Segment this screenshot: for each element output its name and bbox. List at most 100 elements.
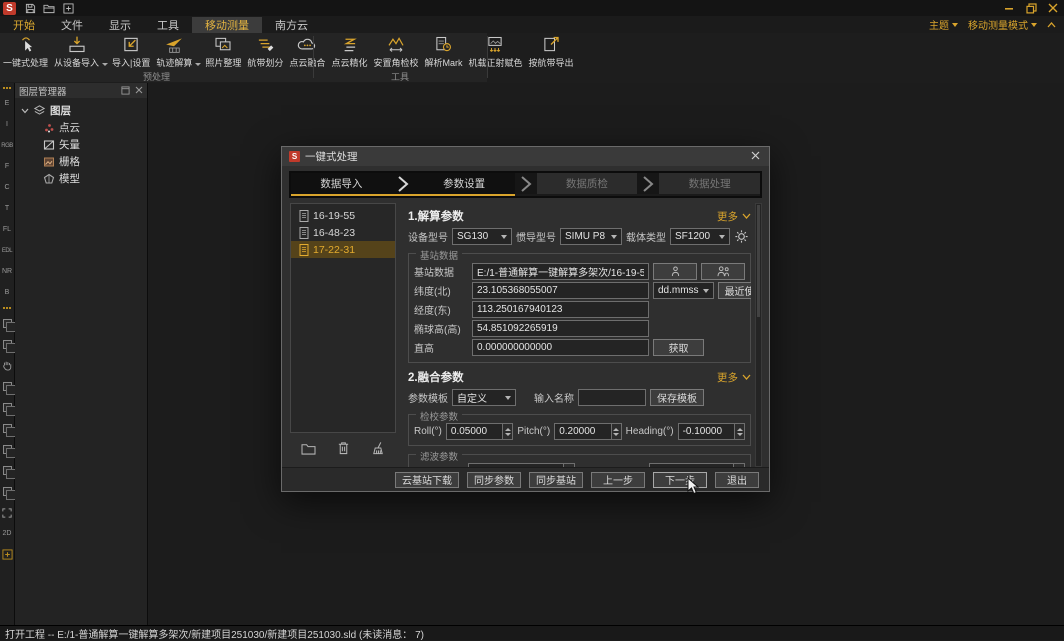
- time-render-icon[interactable]: T: [0, 198, 15, 219]
- pan-hand-icon[interactable]: [0, 355, 15, 376]
- view-top-icon[interactable]: [0, 460, 15, 481]
- ribbon-import-settings[interactable]: 导入|设置: [109, 33, 153, 70]
- menu-tools[interactable]: 工具: [144, 17, 192, 33]
- minimize-button[interactable]: [998, 1, 1020, 15]
- get-button[interactable]: 获取: [653, 339, 704, 356]
- ribbon-ortho-colorize[interactable]: 机载正射赋色: [465, 33, 525, 70]
- drag-handle-icon[interactable]: [0, 83, 15, 93]
- view-slice-icon[interactable]: [0, 334, 15, 355]
- new-project-icon[interactable]: [60, 2, 76, 15]
- dialog-close-icon[interactable]: [748, 151, 762, 163]
- ribbon-import-from-device[interactable]: 从设备导入: [51, 33, 102, 70]
- heading-stepper[interactable]: [678, 423, 745, 440]
- view-front-icon[interactable]: [0, 376, 15, 397]
- device-model-select[interactable]: SG130: [452, 228, 512, 245]
- step-data-import[interactable]: 数据导入: [291, 173, 392, 196]
- collapse-ribbon-icon[interactable]: [1047, 22, 1056, 28]
- fullscreen-icon[interactable]: [0, 502, 15, 523]
- stepper-arrows-icon[interactable]: [502, 423, 513, 440]
- step-parameter-settings[interactable]: 参数设置: [414, 173, 515, 196]
- cloud-base-download-button[interactable]: 云基站下载: [395, 472, 459, 488]
- imu-model-select[interactable]: SIMU P8: [560, 228, 622, 245]
- mode-dropdown[interactable]: 移动测量模式: [968, 17, 1037, 32]
- stepper-arrows-icon[interactable]: [611, 423, 622, 440]
- ribbon-pointcloud-fusion[interactable]: 点云融合: [286, 33, 328, 70]
- solve-more-toggle[interactable]: 更多: [717, 209, 751, 224]
- save-icon[interactable]: [22, 2, 38, 15]
- template-name-input[interactable]: [578, 389, 646, 406]
- tree-item-raster[interactable]: 栅格: [21, 153, 147, 170]
- next-step-button[interactable]: 下一步: [653, 472, 707, 488]
- blend-render-icon[interactable]: B: [0, 282, 15, 303]
- sync-params-button[interactable]: 同步参数: [467, 472, 521, 488]
- ribbon-photo-organize[interactable]: 照片整理: [202, 33, 244, 70]
- pitch-stepper[interactable]: [554, 423, 621, 440]
- theme-dropdown[interactable]: 主题: [929, 17, 958, 32]
- exit-button[interactable]: 退出: [715, 472, 759, 488]
- carrier-type-select[interactable]: SF1200: [670, 228, 730, 245]
- open-icon[interactable]: [41, 2, 57, 15]
- close-panel-icon[interactable]: [135, 86, 143, 94]
- add-folder-icon[interactable]: [301, 442, 316, 455]
- menu-mobile-survey[interactable]: 移动测量: [192, 17, 262, 33]
- ribbon-one-click-process[interactable]: 一键式处理: [0, 33, 51, 70]
- edl-render-icon[interactable]: EDL: [0, 240, 15, 261]
- nr-render-icon[interactable]: NR: [0, 261, 15, 282]
- list-item-selected[interactable]: 17-22-31: [291, 241, 395, 258]
- longitude-input[interactable]: [472, 301, 649, 318]
- step-data-process[interactable]: 数据处理: [659, 173, 760, 196]
- menu-file[interactable]: 文件: [48, 17, 96, 33]
- class-render-icon[interactable]: C: [0, 177, 15, 198]
- feature-render-icon[interactable]: F: [0, 156, 15, 177]
- menu-display[interactable]: 显示: [96, 17, 144, 33]
- direct-height-input[interactable]: [472, 339, 649, 356]
- single-base-button[interactable]: [653, 263, 697, 280]
- chevron-down-icon[interactable]: [195, 63, 201, 66]
- ribbon-trajectory-solve[interactable]: 轨迹解算: [153, 33, 195, 70]
- clear-icon[interactable]: [371, 441, 385, 455]
- ribbon-export-by-strip[interactable]: 按航带导出: [525, 33, 576, 70]
- dialog-scrollbar[interactable]: [755, 203, 762, 467]
- ribbon-pointcloud-refine[interactable]: 点云精化: [328, 33, 370, 70]
- prev-step-button[interactable]: 上一步: [591, 472, 645, 488]
- recent-used-button[interactable]: 最近使用: [718, 282, 751, 299]
- chevron-down-icon[interactable]: [102, 63, 108, 66]
- base-data-path-input[interactable]: [472, 263, 649, 280]
- tree-root-layers[interactable]: 图层: [21, 102, 147, 119]
- multi-base-button[interactable]: [701, 263, 745, 280]
- gear-icon[interactable]: [734, 229, 749, 244]
- fl-render-icon[interactable]: FL: [0, 219, 15, 240]
- view-left-icon[interactable]: [0, 418, 15, 439]
- ellipsoid-height-input[interactable]: [472, 320, 649, 337]
- ribbon-analyze-mark[interactable]: 解析Mark: [421, 33, 465, 70]
- menu-start[interactable]: 开始: [0, 17, 48, 33]
- close-button[interactable]: [1042, 1, 1064, 15]
- coord-format-select[interactable]: dd.mmss: [653, 282, 714, 299]
- latitude-input[interactable]: [472, 282, 649, 299]
- ribbon-placement-angle-calib[interactable]: 安置角检校: [370, 33, 421, 70]
- float-panel-icon[interactable]: [121, 86, 130, 95]
- tree-item-pointcloud[interactable]: 点云: [21, 119, 147, 136]
- rgb-render-icon[interactable]: RGB: [0, 135, 15, 156]
- scrollbar-thumb[interactable]: [757, 205, 760, 317]
- sync-base-button[interactable]: 同步基站: [529, 472, 583, 488]
- roll-stepper[interactable]: [446, 423, 513, 440]
- stepper-arrows-icon[interactable]: [734, 423, 745, 440]
- delete-icon[interactable]: [337, 441, 350, 455]
- add-view-icon[interactable]: [0, 544, 15, 565]
- save-template-button[interactable]: 保存模板: [650, 389, 704, 406]
- tree-item-vector[interactable]: 矢量: [21, 136, 147, 153]
- menu-south-cloud[interactable]: 南方云: [262, 17, 321, 33]
- elevation-render-icon[interactable]: E: [0, 93, 15, 114]
- view-back-icon[interactable]: [0, 397, 15, 418]
- ribbon-strip-divide[interactable]: 航带划分: [244, 33, 286, 70]
- drag-handle-icon[interactable]: [0, 303, 15, 313]
- step-data-check[interactable]: 数据质检: [537, 173, 638, 196]
- view-right-icon[interactable]: [0, 439, 15, 460]
- view-bottom-icon[interactable]: [0, 481, 15, 502]
- list-item[interactable]: 16-48-23: [291, 224, 395, 241]
- param-template-select[interactable]: 自定义: [452, 389, 516, 406]
- dialog-title-bar[interactable]: S 一键式处理: [282, 147, 769, 166]
- tree-item-model[interactable]: 模型: [21, 170, 147, 187]
- fusion-more-toggle[interactable]: 更多: [717, 370, 751, 385]
